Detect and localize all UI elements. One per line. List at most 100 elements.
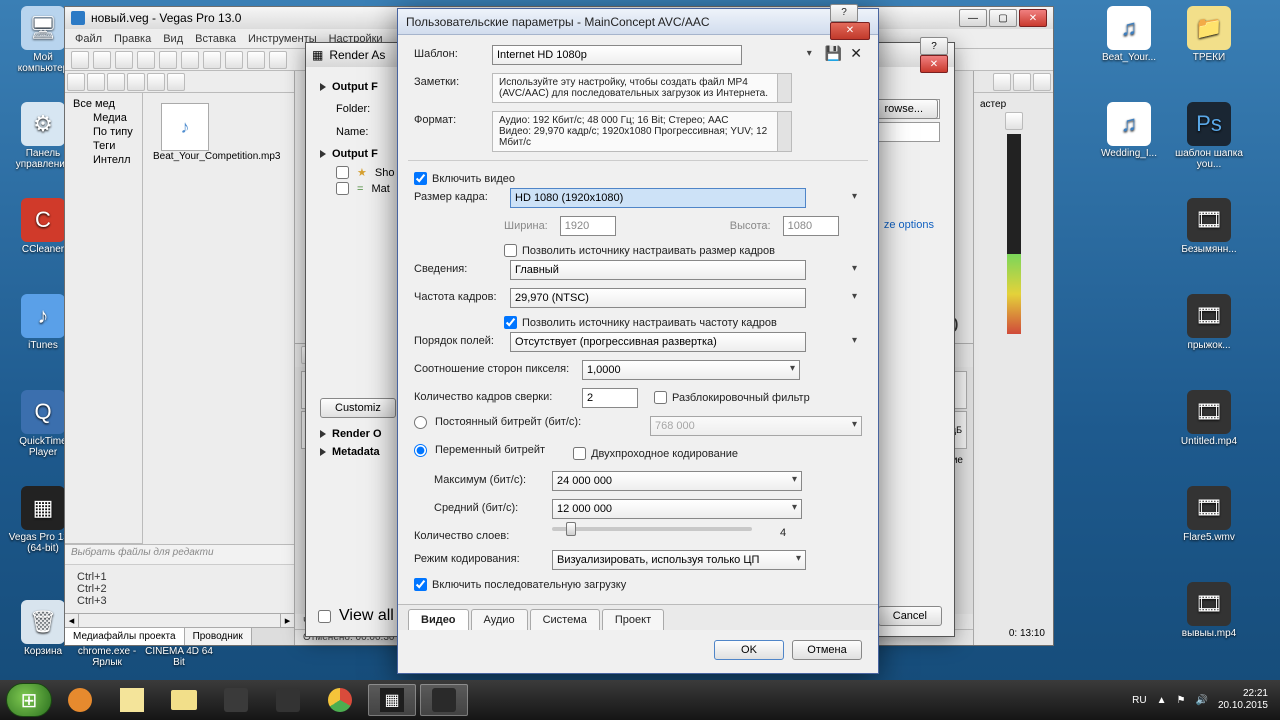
desktop-icon[interactable]: ♫Wedding_I... (1094, 102, 1164, 159)
mixer-tool[interactable] (993, 73, 1011, 91)
toolbar-button[interactable] (167, 73, 185, 91)
cancel-button[interactable]: Cancel (878, 606, 942, 626)
project-tab[interactable]: Проводник (185, 628, 252, 645)
tray-volume-icon[interactable]: 🔊 (1195, 695, 1207, 706)
mixer-button[interactable] (1005, 112, 1023, 130)
scroll-left-button[interactable]: ◂ (65, 614, 79, 627)
src-fps-checkbox[interactable] (504, 316, 517, 329)
customize-link[interactable]: ze options (884, 219, 934, 231)
clock[interactable]: 22:2120.10.2015 (1218, 688, 1268, 712)
toolbar-button[interactable] (67, 73, 85, 91)
tree-item[interactable]: Интелл (69, 153, 138, 167)
ok-button[interactable]: OK (714, 640, 784, 660)
mode-select[interactable]: Визуализировать, используя только ЦП (552, 550, 806, 570)
twopass-checkbox[interactable] (573, 447, 586, 460)
taskbar-item-notes[interactable] (108, 684, 156, 716)
toolbar-button[interactable] (127, 73, 145, 91)
collapse-icon[interactable] (320, 83, 326, 91)
desktop-icon[interactable]: 🎞прыжок... (1174, 294, 1244, 351)
desktop-icon[interactable]: 🎞Untitled.mp4 (1174, 390, 1244, 447)
close-button[interactable]: ✕ (830, 22, 870, 40)
close-button[interactable]: ✕ (1019, 9, 1047, 27)
tree-item[interactable]: Теги (69, 139, 138, 153)
match-checkbox[interactable] (336, 182, 349, 195)
src-size-checkbox[interactable] (504, 244, 517, 257)
lang-indicator[interactable]: RU (1132, 695, 1146, 706)
profile-select[interactable]: Главный (510, 260, 806, 280)
deblock-checkbox[interactable] (654, 391, 667, 404)
tab-system[interactable]: Система (530, 609, 600, 630)
toolbar-button[interactable] (269, 51, 287, 69)
par-select[interactable]: 1,0000 (582, 360, 800, 380)
show-checkbox[interactable] (336, 166, 349, 179)
menu-item[interactable]: Файл (75, 33, 102, 45)
save-template-icon[interactable]: 💾 (825, 45, 842, 62)
width-input[interactable] (560, 216, 616, 236)
shortcut-item[interactable]: Ctrl+1 (77, 571, 282, 583)
toolbar-button[interactable] (107, 73, 125, 91)
close-button[interactable]: ✕ (920, 55, 948, 73)
toolbar-button[interactable] (159, 51, 177, 69)
notes-text[interactable]: Используйте эту настройку, чтобы создать… (492, 73, 792, 103)
media-thumbnail[interactable]: ♪ Beat_Your_Competition.mp3 (153, 103, 217, 162)
menu-item[interactable]: Правка (114, 33, 151, 45)
avg-select[interactable]: 12 000 000 (552, 499, 802, 519)
template-select[interactable]: Internet HD 1080p (492, 45, 742, 65)
toolbar-button[interactable] (247, 51, 265, 69)
minimize-button[interactable]: ― (959, 9, 987, 27)
desktop-icon[interactable]: 🎞Безымянн... (1174, 198, 1244, 255)
desktop-icon[interactable]: 📁ТРЕКИ (1174, 6, 1244, 63)
tab-project[interactable]: Проект (602, 609, 664, 630)
project-tab[interactable]: Медиафайлы проекта (65, 628, 185, 645)
toolbar-button[interactable] (87, 73, 105, 91)
taskbar-item-app[interactable] (420, 684, 468, 716)
max-select[interactable]: 24 000 000 (552, 471, 802, 491)
taskbar-item-app[interactable] (212, 684, 260, 716)
shortcut-item[interactable]: Ctrl+2 (77, 583, 282, 595)
maximize-button[interactable]: ▢ (989, 9, 1017, 27)
progressive-checkbox[interactable] (414, 578, 427, 591)
frame-size-select[interactable]: HD 1080 (1920x1080) (510, 188, 806, 208)
desktop-icon[interactable]: ♫Beat_Your... (1094, 6, 1164, 63)
taskbar-item-app[interactable] (264, 684, 312, 716)
toolbar-button[interactable] (115, 51, 133, 69)
customize-button[interactable]: Customiz (320, 398, 396, 418)
tree-item[interactable]: Все мед (69, 97, 138, 111)
tray-flag-icon[interactable]: ⚑ (1177, 695, 1186, 706)
vbr-radio[interactable] (414, 444, 427, 457)
tab-audio[interactable]: Аудио (471, 609, 528, 630)
slices-slider[interactable] (552, 527, 752, 531)
toolbar-button[interactable] (203, 51, 221, 69)
mixer-tool[interactable] (1033, 73, 1051, 91)
desktop-icon[interactable]: 🎞вывыы.mp4 (1174, 582, 1244, 639)
taskbar-item-wmp[interactable] (56, 684, 104, 716)
menu-item[interactable]: Вставка (195, 33, 236, 45)
tree-item[interactable]: По типу (69, 125, 138, 139)
toolbar-button[interactable] (181, 51, 199, 69)
start-button[interactable]: ⊞ (6, 683, 52, 717)
desktop-icon[interactable]: Psшаблон шапка you... (1174, 102, 1244, 170)
cancel-button[interactable]: Отмена (792, 640, 862, 660)
tab-video[interactable]: Видео (408, 609, 469, 630)
dialog-titlebar[interactable]: Пользовательские параметры - MainConcept… (398, 9, 878, 35)
collapse-icon[interactable] (320, 150, 326, 158)
help-button[interactable]: ? (920, 37, 948, 55)
toolbar-button[interactable] (137, 51, 155, 69)
taskbar-item-explorer[interactable] (160, 684, 208, 716)
taskbar-item-vegas[interactable]: ▦ (368, 684, 416, 716)
tray-icon[interactable]: ▲ (1157, 695, 1167, 706)
scroll-right-button[interactable]: ▸ (280, 614, 294, 627)
toolbar-button[interactable] (225, 51, 243, 69)
tree-item[interactable]: Медиа (69, 111, 138, 125)
toolbar-button[interactable] (147, 73, 165, 91)
mixer-tool[interactable] (1013, 73, 1031, 91)
browse-button[interactable]: rowse... (869, 99, 938, 119)
toolbar-button[interactable] (71, 51, 89, 69)
toolbar-button[interactable] (93, 51, 111, 69)
height-input[interactable] (783, 216, 839, 236)
include-video-checkbox[interactable] (414, 172, 427, 185)
menu-item[interactable]: Вид (163, 33, 183, 45)
view-all-checkbox[interactable] (318, 610, 331, 623)
fields-select[interactable]: Отсутствует (прогрессивная развертка) (510, 332, 806, 352)
fps-select[interactable]: 29,970 (NTSC) (510, 288, 806, 308)
